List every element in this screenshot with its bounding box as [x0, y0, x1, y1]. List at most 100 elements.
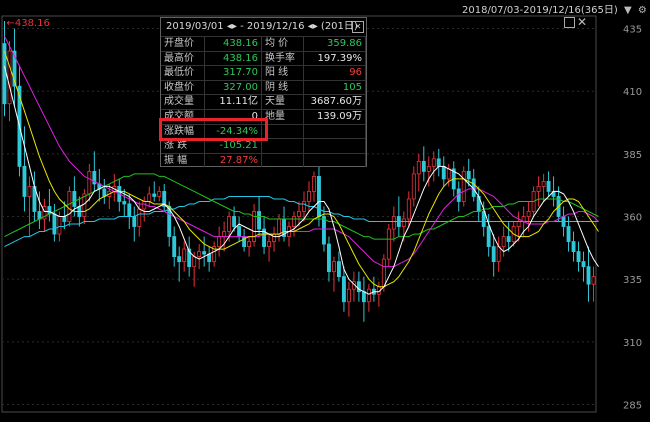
stat-value: 438.16 — [205, 36, 262, 51]
candle-body — [227, 216, 232, 232]
candle-body — [137, 208, 142, 227]
candle-body — [147, 193, 152, 202]
stat-label: 最低价 — [161, 65, 205, 80]
candle-body — [416, 160, 421, 175]
stat-label: 成交量 — [161, 94, 205, 109]
candle-body — [132, 216, 137, 227]
stats-row: 开盘价 438.16 均 价 359.86 — [161, 36, 366, 51]
candle-body — [546, 181, 551, 192]
candle-body — [67, 191, 72, 222]
candle-body — [72, 191, 77, 207]
candle-body — [496, 246, 501, 263]
candle-body — [401, 218, 406, 227]
stat-label: 收盘价 — [161, 79, 205, 95]
stat-value: 11.11亿 — [205, 94, 262, 109]
range-end-arrows[interactable]: ◂▸ — [308, 21, 318, 32]
candle-body — [361, 291, 366, 303]
stat-value — [304, 138, 366, 153]
candle-body — [322, 216, 326, 245]
candle-body — [581, 261, 586, 268]
candle-body — [366, 288, 371, 303]
candle-body — [466, 170, 471, 180]
range-separator: - — [240, 21, 247, 32]
candle-body — [177, 256, 182, 263]
stats-row: 振 幅 27.87% — [161, 152, 366, 168]
candle-body — [421, 160, 426, 172]
stat-value: 327.00 — [205, 79, 262, 95]
candle-body — [386, 228, 391, 260]
candle-body — [436, 158, 441, 167]
candle-body — [576, 251, 581, 263]
stat-value: 27.87% — [205, 152, 262, 168]
y-tick-label: 310 — [623, 338, 642, 349]
candle-body — [232, 216, 237, 227]
stat-value: 105 — [304, 79, 366, 95]
candle-body — [272, 233, 276, 242]
y-tick-label: 285 — [623, 400, 642, 411]
dropdown-triangle-icon[interactable]: ▼ — [624, 5, 632, 16]
stat-value: 139.09万 — [304, 108, 366, 124]
candle-body — [446, 168, 451, 180]
range-start-arrows[interactable]: ◂▸ — [227, 21, 237, 32]
stat-value — [304, 152, 366, 168]
candle-body — [461, 170, 466, 202]
candle-body — [182, 248, 187, 263]
stats-row: 最高价 438.16 换手率 197.39% — [161, 50, 366, 66]
y-tick-label: 335 — [623, 275, 642, 286]
candle-body — [317, 176, 321, 217]
candle-body — [127, 203, 132, 217]
range-start[interactable]: 2019/03/01 — [166, 21, 224, 32]
stat-value — [304, 123, 366, 139]
stat-value: 317.70 — [205, 65, 262, 80]
candle-body — [486, 226, 491, 247]
candle-body — [62, 216, 67, 222]
stats-row: 最低价 317.70 阳 线 96 — [161, 65, 366, 80]
candle-body — [217, 236, 222, 247]
candle-body — [526, 211, 531, 217]
candle-body — [566, 226, 571, 242]
candle-body — [7, 50, 12, 105]
range-end[interactable]: 2019/12/16 — [247, 21, 305, 32]
candle-body — [341, 276, 346, 303]
candle-body — [536, 186, 541, 192]
candle-body — [346, 288, 351, 303]
stat-label: 最高价 — [161, 50, 205, 66]
stat-label — [262, 152, 304, 168]
stat-value: 197.39% — [304, 50, 366, 66]
candle-body — [406, 198, 411, 220]
panel-close-icon[interactable]: ✕ — [352, 21, 364, 33]
candle-body — [307, 191, 311, 202]
candle-body — [22, 165, 27, 197]
candle-body — [192, 256, 197, 268]
stat-label — [262, 138, 304, 153]
candle-body — [586, 266, 591, 285]
stats-row: 收盘价 327.00 阴 线 105 — [161, 79, 366, 95]
stat-value: 359.86 — [304, 36, 366, 51]
settings-gear-icon[interactable]: ⚙ — [638, 5, 647, 16]
candle-body — [52, 213, 57, 235]
candle-body — [142, 201, 147, 210]
close-icon[interactable]: ✕ — [577, 15, 587, 29]
candle-body — [297, 211, 301, 217]
candle-body — [411, 173, 416, 200]
candle-body — [197, 251, 202, 258]
candle-body — [277, 218, 281, 235]
candle-body — [222, 231, 227, 237]
candle-body — [247, 241, 252, 247]
stat-label: 阴 线 — [262, 79, 304, 95]
candle-body — [157, 191, 162, 197]
stat-value: 96 — [304, 65, 366, 80]
stat-label: 均 价 — [262, 36, 304, 51]
stats-row: 成交量 11.11亿 天量 3687.60万 — [161, 94, 366, 109]
candle-body — [327, 243, 331, 273]
stat-value: 3687.60万 — [304, 94, 366, 109]
maximize-icon[interactable] — [564, 17, 575, 28]
candle-body — [312, 176, 316, 192]
candle-body — [27, 186, 32, 197]
y-tick-label: 360 — [623, 213, 642, 224]
stat-value: 438.16 — [205, 50, 262, 66]
candle-body — [152, 193, 157, 197]
candle-body — [172, 236, 177, 258]
y-tick-label: 435 — [623, 25, 642, 36]
candle-body — [122, 201, 127, 205]
